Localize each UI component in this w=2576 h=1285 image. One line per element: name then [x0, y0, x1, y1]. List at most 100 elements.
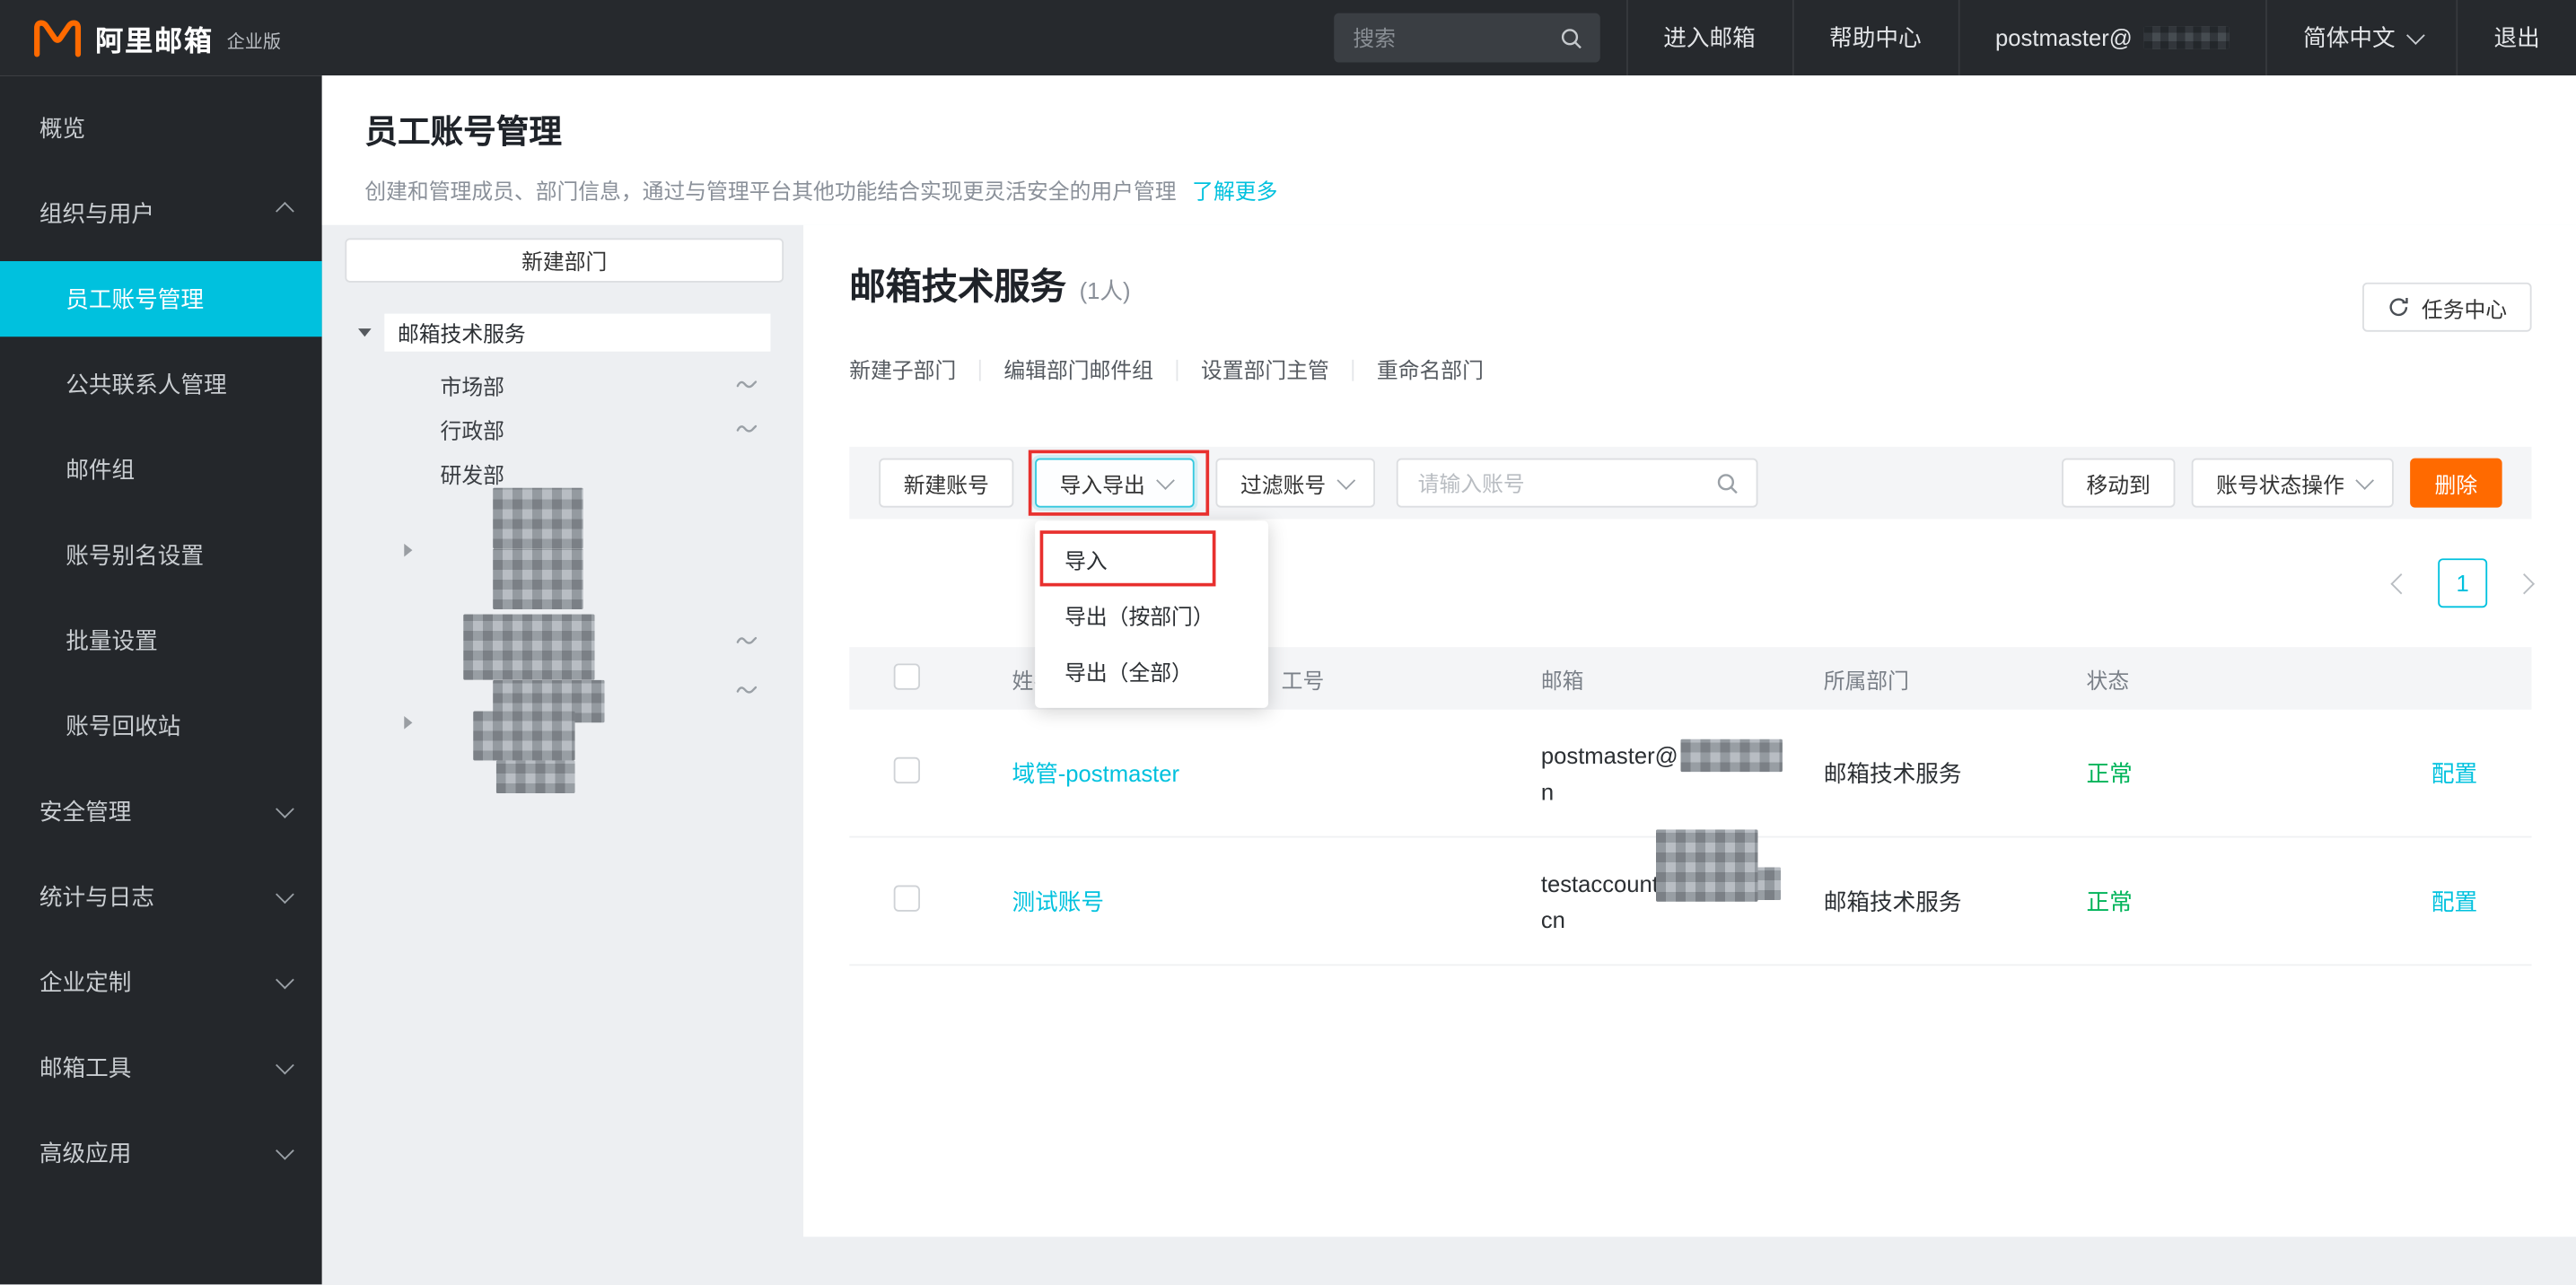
topbar: 阿里邮箱 企业版 进入邮箱 帮助中心 postmaster@ 简体中文 — [0, 0, 2576, 75]
account-menu[interactable]: postmaster@ — [1958, 0, 2265, 75]
new-department-button[interactable]: 新建部门 — [345, 238, 784, 282]
tree-collapsed-icon[interactable] — [404, 716, 412, 730]
mail-group-wave-icon — [736, 682, 758, 696]
tree-expand-icon[interactable] — [358, 328, 372, 337]
email-cell: postmaster@ n — [1541, 737, 1824, 809]
sidebar-item-employee-account-mgmt[interactable]: 员工账号管理 — [0, 261, 322, 337]
account-status-ops-button[interactable]: 账号状态操作 — [2192, 459, 2394, 508]
chevron-down-icon — [276, 971, 294, 990]
col-header-empno: 工号 — [1282, 663, 1541, 695]
sidebar-item-batch-settings[interactable]: 批量设置 — [0, 598, 322, 683]
page-header: 员工账号管理 创建和管理成员、部门信息，通过与管理平台其他功能结合实现更灵活安全… — [322, 75, 2576, 225]
global-search[interactable] — [1333, 13, 1599, 63]
select-all-checkbox[interactable] — [894, 663, 920, 689]
help-center-link[interactable]: 帮助中心 — [1792, 0, 1958, 75]
sidebar-item-account-alias[interactable]: 账号别名设置 — [0, 512, 322, 598]
create-account-button[interactable]: 新建账号 — [879, 459, 1013, 508]
move-to-button[interactable]: 移动到 — [2062, 459, 2175, 508]
department-detail-panel: 邮箱技术服务 (1人) 任务中心 新建子部门 — [803, 225, 2576, 1237]
redacted-account-domain — [2144, 26, 2230, 49]
redacted-department — [493, 488, 583, 549]
refresh-icon — [2387, 295, 2410, 319]
sidebar-group-stats-and-logs[interactable]: 统计与日志 — [0, 854, 322, 940]
screenshot-stage: 阿里邮箱 企业版 进入邮箱 帮助中心 postmaster@ 简体中文 — [0, 0, 2576, 1285]
tree-collapsed-icon[interactable] — [404, 544, 412, 557]
department-tree-panel: 新建部门 邮箱技术服务 市场部 行政部 研发部 — [322, 225, 803, 1285]
enter-mailbox-link[interactable]: 进入邮箱 — [1625, 0, 1792, 75]
sidebar-group-org-and-users[interactable]: 组织与用户 — [0, 170, 322, 256]
create-subdepartment-link[interactable]: 新建子部门 — [849, 359, 979, 380]
sidebar: 概览 组织与用户 员工账号管理 公共联系人管理 邮件组 账号别名设置 批量设置 — [0, 75, 322, 1284]
member-count: (1人) — [1080, 275, 1131, 308]
menu-item-export-all[interactable]: 导出（全部） — [1035, 642, 1268, 698]
brand-edition: 企业版 — [227, 28, 281, 54]
tree-node-root[interactable]: 邮箱技术服务 — [384, 314, 770, 352]
search-icon[interactable] — [1715, 470, 1739, 494]
brand-name: 阿里邮箱 — [95, 17, 214, 58]
learn-more-link[interactable]: 了解更多 — [1192, 179, 1277, 204]
chevron-down-icon — [276, 800, 294, 818]
department-title-row: 邮箱技术服务 (1人) — [849, 258, 2531, 313]
chevron-up-icon — [276, 202, 294, 221]
redacted-email-domain — [1656, 829, 1757, 902]
col-header-status: 状态 — [2087, 663, 2431, 695]
language-selector[interactable]: 简体中文 — [2265, 0, 2456, 75]
logout-link[interactable]: 退出 — [2456, 0, 2576, 75]
search-icon[interactable] — [1558, 25, 1582, 49]
sidebar-item-overview[interactable]: 概览 — [0, 85, 322, 170]
account-search[interactable] — [1397, 459, 1758, 508]
sidebar-group-enterprise-custom[interactable]: 企业定制 — [0, 940, 322, 1025]
chevron-down-icon — [2406, 26, 2425, 45]
department-cell: 邮箱技术服务 — [1824, 885, 2087, 918]
sidebar-item-account-recycle-bin[interactable]: 账号回收站 — [0, 683, 322, 768]
sidebar-group-mailbox-tools[interactable]: 邮箱工具 — [0, 1025, 322, 1110]
account-name-link[interactable]: 测试账号 — [1012, 887, 1104, 913]
row-checkbox[interactable] — [894, 886, 920, 912]
filter-account-button[interactable]: 过滤账号 — [1216, 459, 1376, 508]
chevron-down-icon — [2355, 471, 2374, 490]
global-search-input[interactable] — [1350, 24, 1558, 52]
redacted-department — [463, 615, 594, 680]
next-page-icon[interactable] — [2514, 573, 2535, 593]
sidebar-item-public-contacts[interactable]: 公共联系人管理 — [0, 342, 322, 427]
account-name-link[interactable]: 域管-postmaster — [1012, 760, 1179, 786]
menu-item-export-by-dept[interactable]: 导出（按部门） — [1035, 586, 1268, 642]
page-number[interactable]: 1 — [2438, 558, 2487, 608]
alimail-logo-icon — [33, 18, 83, 57]
content-area: 员工账号管理 创建和管理成员、部门信息，通过与管理平台其他功能结合实现更灵活安全… — [322, 75, 2576, 1284]
chevron-down-icon — [1156, 471, 1175, 490]
sidebar-item-mail-groups[interactable]: 邮件组 — [0, 427, 322, 512]
redacted-department — [496, 760, 575, 793]
delete-button[interactable]: 删除 — [2410, 459, 2502, 508]
brand: 阿里邮箱 企业版 — [0, 0, 443, 75]
col-header-department: 所属部门 — [1824, 663, 2087, 695]
tree-node-admin[interactable]: 行政部 — [441, 407, 504, 451]
col-header-email: 邮箱 — [1541, 663, 1824, 695]
set-dept-manager-link[interactable]: 设置部门主管 — [1177, 359, 1353, 380]
mail-group-wave-icon — [736, 376, 758, 390]
sidebar-group-security-mgmt[interactable]: 安全管理 — [0, 769, 322, 854]
import-export-button[interactable]: 导入导出 — [1035, 459, 1195, 508]
status-badge: 正常 — [2087, 756, 2431, 790]
department-actions: 新建子部门 编辑部门邮件组 设置部门主管 重命名部门 — [849, 354, 2531, 387]
tree-node-marketing[interactable]: 市场部 — [441, 363, 504, 407]
configure-link[interactable]: 配置 — [2431, 887, 2477, 913]
rename-department-link[interactable]: 重命名部门 — [1352, 359, 1506, 380]
status-badge: 正常 — [2087, 885, 2431, 918]
tree-root-row[interactable]: 邮箱技术服务 — [322, 314, 803, 352]
page-subtitle: 创建和管理成员、部门信息，通过与管理平台其他功能结合实现更灵活安全的用户管理 了… — [364, 174, 2576, 205]
chevron-down-icon — [276, 1056, 294, 1075]
prev-page-icon[interactable] — [2390, 573, 2411, 593]
menu-item-import[interactable]: 导入 — [1035, 530, 1268, 586]
sidebar-group-advanced-apps[interactable]: 高级应用 — [0, 1110, 322, 1195]
department-title: 邮箱技术服务 — [849, 258, 1066, 310]
task-center-button[interactable]: 任务中心 — [2362, 283, 2532, 332]
edit-dept-mailgroup-link[interactable]: 编辑部门邮件组 — [979, 359, 1177, 380]
import-export-dropdown: 导入 导出（按部门） 导出（全部） — [1035, 520, 1268, 708]
mail-group-wave-icon — [736, 421, 758, 435]
configure-link[interactable]: 配置 — [2431, 760, 2477, 786]
row-checkbox[interactable] — [894, 757, 920, 783]
account-search-input[interactable] — [1415, 469, 1715, 497]
chevron-down-icon — [1337, 471, 1356, 490]
department-cell: 邮箱技术服务 — [1824, 756, 2087, 790]
